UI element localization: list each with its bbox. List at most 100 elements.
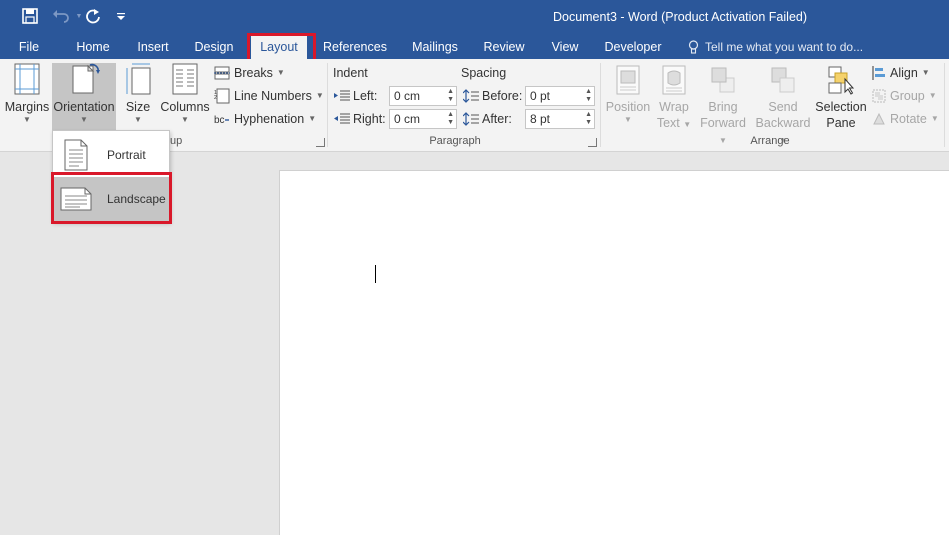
- page-setup-group-label: up: [170, 135, 183, 147]
- spacing-after-value: 8 pt: [530, 112, 551, 126]
- redo-icon[interactable]: [82, 5, 104, 27]
- hyphenation-button[interactable]: bc Hyphenation ▼: [214, 109, 316, 129]
- indent-left-label: Left:: [334, 86, 377, 106]
- tab-insert[interactable]: Insert: [128, 35, 178, 59]
- customize-qat-icon[interactable]: [110, 5, 132, 27]
- save-icon[interactable]: [19, 5, 41, 27]
- line-numbers-label: Line Numbers: [234, 89, 312, 103]
- spin-arrows-icon[interactable]: ▲ ▼: [447, 88, 454, 104]
- spacing-after-text: After:: [482, 112, 512, 126]
- selection-pane-label-2: Pane: [826, 116, 856, 130]
- indent-right-text: Right:: [353, 112, 386, 126]
- margins-label: Margins: [4, 100, 50, 114]
- breaks-button[interactable]: Breaks ▼: [214, 63, 285, 83]
- title-bar: ▼ Document3 - Word (Product Activation F…: [0, 0, 949, 35]
- tab-file[interactable]: File: [8, 35, 50, 59]
- landscape-label: Landscape: [107, 192, 166, 206]
- align-label: Align: [890, 66, 918, 80]
- spin-arrows-icon[interactable]: ▲ ▼: [447, 111, 454, 127]
- position-button[interactable]: Position ▼: [604, 63, 652, 133]
- chevron-down-icon: ▼: [315, 91, 324, 100]
- spacing-after-field[interactable]: 8 pt ▲ ▼: [525, 109, 595, 129]
- spin-arrows-icon[interactable]: ▲ ▼: [585, 88, 592, 104]
- indent-left-text: Left:: [353, 89, 378, 103]
- svg-text:2: 2: [214, 95, 217, 101]
- bring-forward-icon: [711, 67, 735, 93]
- indent-right-value: 0 cm: [394, 112, 421, 126]
- group-separator: [327, 63, 328, 147]
- indent-right-icon: [334, 113, 350, 124]
- lightbulb-icon: [688, 40, 699, 54]
- tell-me-box[interactable]: Tell me what you want to do...: [688, 35, 863, 59]
- tab-review[interactable]: Review: [478, 35, 530, 59]
- indent-title: Indent: [333, 66, 368, 80]
- wrap-text-icon: [662, 65, 686, 95]
- line-numbers-icon: 12: [214, 88, 230, 104]
- chevron-down-icon: ▼: [921, 68, 930, 77]
- orientation-button[interactable]: Orientation ▼: [52, 63, 116, 136]
- tab-home[interactable]: Home: [68, 35, 118, 59]
- selection-pane-button[interactable]: Selection Pane: [815, 63, 867, 133]
- portrait-option[interactable]: Portrait: [54, 133, 170, 177]
- indent-left-icon: [334, 90, 350, 101]
- bring-forward-label-1: Bring: [708, 100, 738, 114]
- page-setup-launcher-icon[interactable]: [316, 138, 325, 147]
- landscape-option[interactable]: Landscape: [54, 177, 170, 221]
- tab-developer[interactable]: Developer: [600, 35, 666, 59]
- indent-left-value: 0 cm: [394, 89, 421, 103]
- chevron-down-icon: ▼: [181, 115, 189, 124]
- paragraph-group-label: Paragraph: [429, 135, 481, 147]
- size-label: Size: [125, 100, 151, 114]
- text-cursor: [375, 265, 376, 283]
- spacing-after-label: After:: [463, 109, 512, 129]
- align-button[interactable]: Align ▼: [872, 63, 930, 83]
- align-icon: [872, 66, 885, 80]
- tab-design[interactable]: Design: [188, 35, 240, 59]
- spin-arrows-icon[interactable]: ▲ ▼: [585, 111, 592, 127]
- wrap-text-label-1: Wrap: [659, 100, 689, 114]
- chevron-down-icon: ▼: [928, 91, 937, 100]
- hyphenation-icon: bc: [214, 115, 229, 126]
- portrait-icon: [54, 133, 98, 177]
- indent-right-field[interactable]: 0 cm ▲ ▼: [389, 109, 457, 129]
- document-page[interactable]: [279, 170, 949, 535]
- margins-button[interactable]: Margins ▼: [4, 63, 50, 133]
- send-backward-button[interactable]: Send Backward ▼: [752, 63, 814, 145]
- tab-mailings[interactable]: Mailings: [404, 35, 466, 59]
- paragraph-launcher-icon[interactable]: [588, 138, 597, 147]
- breaks-icon: [214, 66, 230, 80]
- svg-text:bc: bc: [214, 115, 225, 126]
- indent-left-field[interactable]: 0 cm ▲ ▼: [389, 86, 457, 106]
- orientation-dropdown: Portrait Landscape: [52, 130, 170, 222]
- columns-label: Columns: [160, 100, 210, 114]
- position-icon: [616, 65, 640, 95]
- rotate-label: Rotate: [890, 112, 927, 126]
- send-backward-label-1: Send: [768, 100, 798, 114]
- hyphenation-label: Hyphenation: [234, 112, 305, 126]
- columns-button[interactable]: Columns ▼: [159, 63, 211, 133]
- breaks-label: Breaks: [234, 66, 273, 80]
- wrap-text-button[interactable]: Wrap Text ▼: [654, 63, 694, 133]
- spacing-before-field[interactable]: 0 pt ▲ ▼: [525, 86, 595, 106]
- line-numbers-button[interactable]: 12 Line Numbers ▼: [214, 86, 324, 106]
- tab-references[interactable]: References: [320, 35, 390, 59]
- chevron-down-icon: ▼: [23, 115, 31, 124]
- chevron-down-icon: ▼: [624, 115, 632, 124]
- chevron-down-icon: ▼: [80, 115, 88, 124]
- group-separator: [944, 63, 945, 147]
- spacing-before-icon: [463, 89, 479, 103]
- size-icon: [126, 63, 151, 95]
- size-button[interactable]: Size ▼: [121, 63, 155, 133]
- tab-layout[interactable]: Layout: [251, 35, 307, 59]
- selection-pane-label-1: Selection: [815, 100, 867, 114]
- selection-pane-icon: [828, 66, 855, 95]
- chevron-down-icon: ▼: [308, 114, 317, 123]
- bring-forward-button[interactable]: Bring Forward ▼: [696, 63, 750, 145]
- wrap-text-label-2: Text ▼: [656, 116, 692, 130]
- send-backward-icon: [771, 67, 795, 93]
- rotate-button[interactable]: Rotate ▼: [872, 109, 939, 129]
- tab-view[interactable]: View: [544, 35, 586, 59]
- spacing-before-label: Before:: [463, 86, 522, 106]
- group-button[interactable]: Group ▼: [872, 86, 937, 106]
- columns-icon: [172, 63, 198, 95]
